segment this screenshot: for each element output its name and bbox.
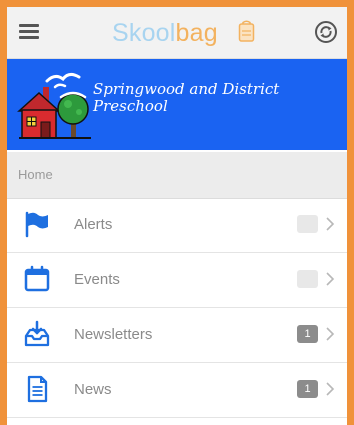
menu-item-label: Newsletters bbox=[74, 326, 153, 343]
flag-icon bbox=[25, 211, 48, 238]
menu-item-news[interactable]: News 1 bbox=[7, 363, 347, 418]
schoolbag-icon bbox=[238, 20, 255, 42]
school-banner: Springwood and District Preschool bbox=[7, 59, 347, 150]
inbox-download-icon bbox=[24, 320, 50, 347]
menu-item-label: Alerts bbox=[74, 216, 113, 233]
main-menu: Alerts Events Newsletters 1 News 1 bbox=[7, 198, 347, 418]
breadcrumb: Home bbox=[7, 152, 347, 199]
count-badge bbox=[297, 215, 318, 233]
menu-item-label: Events bbox=[74, 271, 120, 288]
menu-item-events[interactable]: Events bbox=[7, 253, 347, 308]
chevron-right-icon bbox=[326, 382, 335, 396]
hamburger-menu-icon[interactable] bbox=[19, 24, 39, 40]
school-name: Springwood and District Preschool bbox=[93, 80, 280, 115]
menu-item-label: News bbox=[74, 381, 112, 398]
menu-item-partial[interactable] bbox=[7, 416, 347, 425]
logo-text-skool: Skool bbox=[112, 19, 176, 47]
chevron-right-icon bbox=[326, 272, 335, 286]
app-frame: Skoolbag Springwood and District Prescho… bbox=[0, 0, 354, 425]
sync-icon[interactable] bbox=[314, 20, 338, 44]
chevron-right-icon bbox=[326, 327, 335, 341]
app-header: Skoolbag bbox=[7, 7, 347, 59]
menu-item-alerts[interactable]: Alerts bbox=[7, 198, 347, 253]
logo-text-bag: bag bbox=[175, 19, 218, 47]
school-logo-icon bbox=[17, 72, 91, 139]
count-badge bbox=[297, 270, 318, 288]
document-icon bbox=[27, 375, 48, 403]
app-logo: Skoolbag bbox=[112, 18, 255, 48]
menu-item-newsletters[interactable]: Newsletters 1 bbox=[7, 308, 347, 363]
count-badge: 1 bbox=[297, 380, 318, 398]
count-badge: 1 bbox=[297, 325, 318, 343]
breadcrumb-home[interactable]: Home bbox=[18, 167, 53, 182]
chevron-right-icon bbox=[326, 217, 335, 231]
calendar-icon bbox=[24, 265, 50, 292]
